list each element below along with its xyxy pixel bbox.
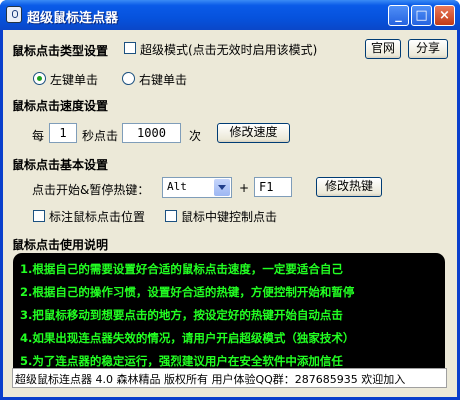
modifier-key-select[interactable]: Alt: [162, 177, 232, 198]
hotkey-input[interactable]: F1: [254, 177, 292, 197]
super-mode-label[interactable]: 超级模式(点击无效时启用该模式): [140, 41, 317, 58]
right-click-label[interactable]: 右键单击: [139, 71, 187, 88]
instructions-heading: 鼠标点击使用说明: [12, 238, 109, 252]
chevron-down-icon[interactable]: [214, 179, 230, 196]
website-button[interactable]: 官网: [365, 39, 401, 59]
modifier-key-value: Alt: [167, 180, 187, 193]
status-text: 超级鼠标连点器 4.0 森林精品 版权所有 用户体验QQ群：287685935 …: [15, 373, 406, 386]
close-button[interactable]: ×: [434, 5, 455, 26]
click-count-input[interactable]: 1000: [122, 123, 181, 143]
basic-settings-heading: 鼠标点击基本设置: [12, 158, 109, 172]
middle-button-label[interactable]: 鼠标中键控制点击: [181, 208, 277, 225]
middle-button-checkbox[interactable]: [165, 210, 177, 222]
share-button[interactable]: 分享: [408, 39, 448, 59]
left-click-radio[interactable]: [33, 72, 46, 85]
main-window: 超级鼠标连点器 _ □ × 鼠标点击类型设置 超级模式(点击无效时启用该模式) …: [0, 0, 460, 400]
instruction-line: 2.根据自己的操作习惯，设置好合适的热键，方便控制开始和暂停: [20, 285, 355, 299]
seconds-input[interactable]: 1: [49, 123, 77, 143]
right-click-radio[interactable]: [122, 72, 135, 85]
mark-position-checkbox[interactable]: [33, 210, 45, 222]
instruction-line: 5.为了连点器的稳定运行，强烈建议用户在安全软件中添加信任: [20, 354, 343, 368]
click-type-heading: 鼠标点击类型设置: [12, 44, 109, 58]
speed-prefix: 每: [32, 129, 45, 143]
plus-sign: +: [239, 181, 250, 195]
mark-position-label[interactable]: 标注鼠标点击位置: [49, 208, 145, 225]
modify-hotkey-button[interactable]: 修改热键: [316, 177, 382, 197]
speed-middle-label: 秒点击: [82, 129, 119, 143]
status-bar: 超级鼠标连点器 4.0 森林精品 版权所有 用户体验QQ群：287685935 …: [12, 368, 447, 388]
click-speed-heading: 鼠标点击速度设置: [12, 99, 109, 113]
title-bar[interactable]: 超级鼠标连点器 _ □ ×: [0, 0, 460, 30]
client-area: 鼠标点击类型设置 超级模式(点击无效时启用该模式) 官网 分享 左键单击 右键单…: [3, 30, 457, 397]
left-click-label[interactable]: 左键单击: [50, 71, 98, 88]
instruction-line: 1.根据自己的需要设置好合适的鼠标点击速度，一定要适合自己: [20, 262, 343, 276]
instructions-panel: 1.根据自己的需要设置好合适的鼠标点击速度，一定要适合自己 2.根据自己的操作习…: [13, 253, 445, 383]
speed-suffix: 次: [189, 129, 202, 143]
super-mode-checkbox[interactable]: [124, 42, 136, 54]
mouse-icon: [6, 6, 22, 23]
minimize-button[interactable]: _: [388, 5, 409, 26]
window-title: 超级鼠标连点器: [27, 11, 119, 26]
maximize-button[interactable]: □: [411, 5, 432, 26]
modify-speed-button[interactable]: 修改速度: [217, 123, 290, 143]
instruction-line: 3.把鼠标移动到想要点击的地方，按设定好的热键开始自动点击: [20, 308, 343, 322]
hotkey-label: 点击开始&暂停热键：: [32, 183, 150, 197]
instruction-line: 4.如果出现连点器失效的情况，请用户开启超级模式（独家技术）: [20, 331, 355, 345]
